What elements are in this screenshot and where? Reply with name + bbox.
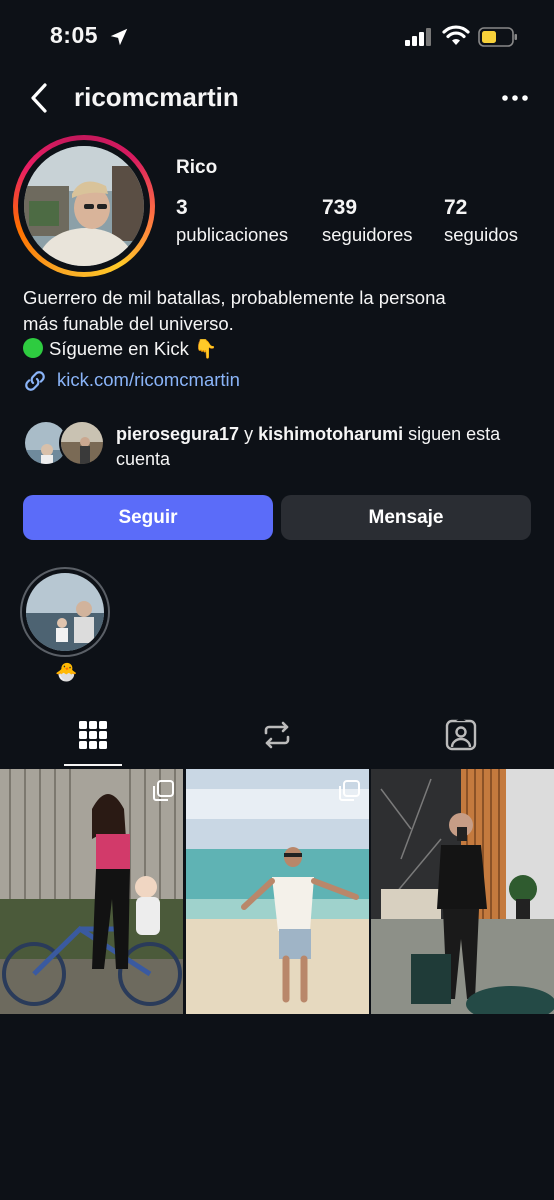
message-button[interactable]: Mensaje: [281, 495, 531, 540]
stat-value: 72: [444, 196, 468, 219]
mutual-followers-text: pierosegura17 y kishimotoharumi siguen e…: [116, 424, 501, 469]
story-highlight[interactable]: [20, 567, 110, 657]
mutual-followers[interactable]: pierosegura17 y kishimotoharumi siguen e…: [23, 420, 543, 472]
post-thumbnail[interactable]: [371, 769, 554, 1014]
profile-photo: [24, 146, 144, 266]
highlight-cover: [26, 573, 104, 651]
tagged-icon[interactable]: [444, 718, 478, 752]
ellipsis-icon[interactable]: [500, 90, 530, 106]
bio: Guerrero de mil batallas, probablemente …: [23, 285, 543, 362]
following-count[interactable]: 72 seguidos: [444, 196, 518, 246]
status-bar: 8:05: [0, 0, 554, 70]
mutual-user[interactable]: pierosegura17: [116, 424, 239, 444]
clock: 8:05: [50, 22, 99, 48]
display-name: Rico: [176, 157, 218, 178]
green-circle-icon: [23, 338, 43, 358]
multiple-posts-icon: [153, 780, 174, 801]
post-image: [371, 769, 554, 1014]
stat-label: seguidores: [322, 224, 413, 245]
bio-line: Sígueme en Kick 👇: [49, 338, 218, 359]
stat-label: publicaciones: [176, 224, 289, 245]
post-image: [0, 769, 183, 1014]
page-title: ricomcmartin: [74, 82, 239, 112]
highlight-label: 🐣: [55, 662, 78, 682]
posts-count[interactable]: 3 publicaciones: [176, 196, 288, 246]
multiple-posts-icon: [339, 780, 360, 801]
link-text[interactable]: kick.com/ricomcmartin: [57, 369, 240, 391]
location-arrow-icon: [110, 28, 128, 46]
chevron-left-icon[interactable]: [26, 82, 54, 114]
post-image: [186, 769, 369, 1014]
avatar: [59, 420, 105, 466]
post-thumbnail[interactable]: [0, 769, 183, 1014]
posts-grid: [0, 769, 554, 1014]
followers-count[interactable]: 739 seguidores: [322, 196, 413, 246]
avatar[interactable]: [13, 135, 155, 277]
post-thumbnail[interactable]: [186, 769, 369, 1014]
reposts-icon[interactable]: [260, 718, 294, 752]
cellular-signal-icon: [405, 28, 431, 46]
stat-value: 3: [176, 196, 188, 219]
follow-button[interactable]: Seguir: [23, 495, 273, 540]
bio-line: más funable del universo.: [23, 312, 234, 334]
battery-low-icon: [478, 27, 517, 47]
grid-icon[interactable]: [76, 718, 110, 752]
bio-line: Guerrero de mil batallas, probablemente …: [23, 287, 446, 308]
stat-label: seguidos: [444, 224, 519, 245]
mutual-user[interactable]: kishimotoharumi: [258, 424, 403, 444]
stat-value: 739: [322, 196, 358, 219]
link-icon: [25, 371, 45, 391]
wifi-icon: [442, 25, 470, 45]
active-tab-indicator: [64, 764, 122, 766]
